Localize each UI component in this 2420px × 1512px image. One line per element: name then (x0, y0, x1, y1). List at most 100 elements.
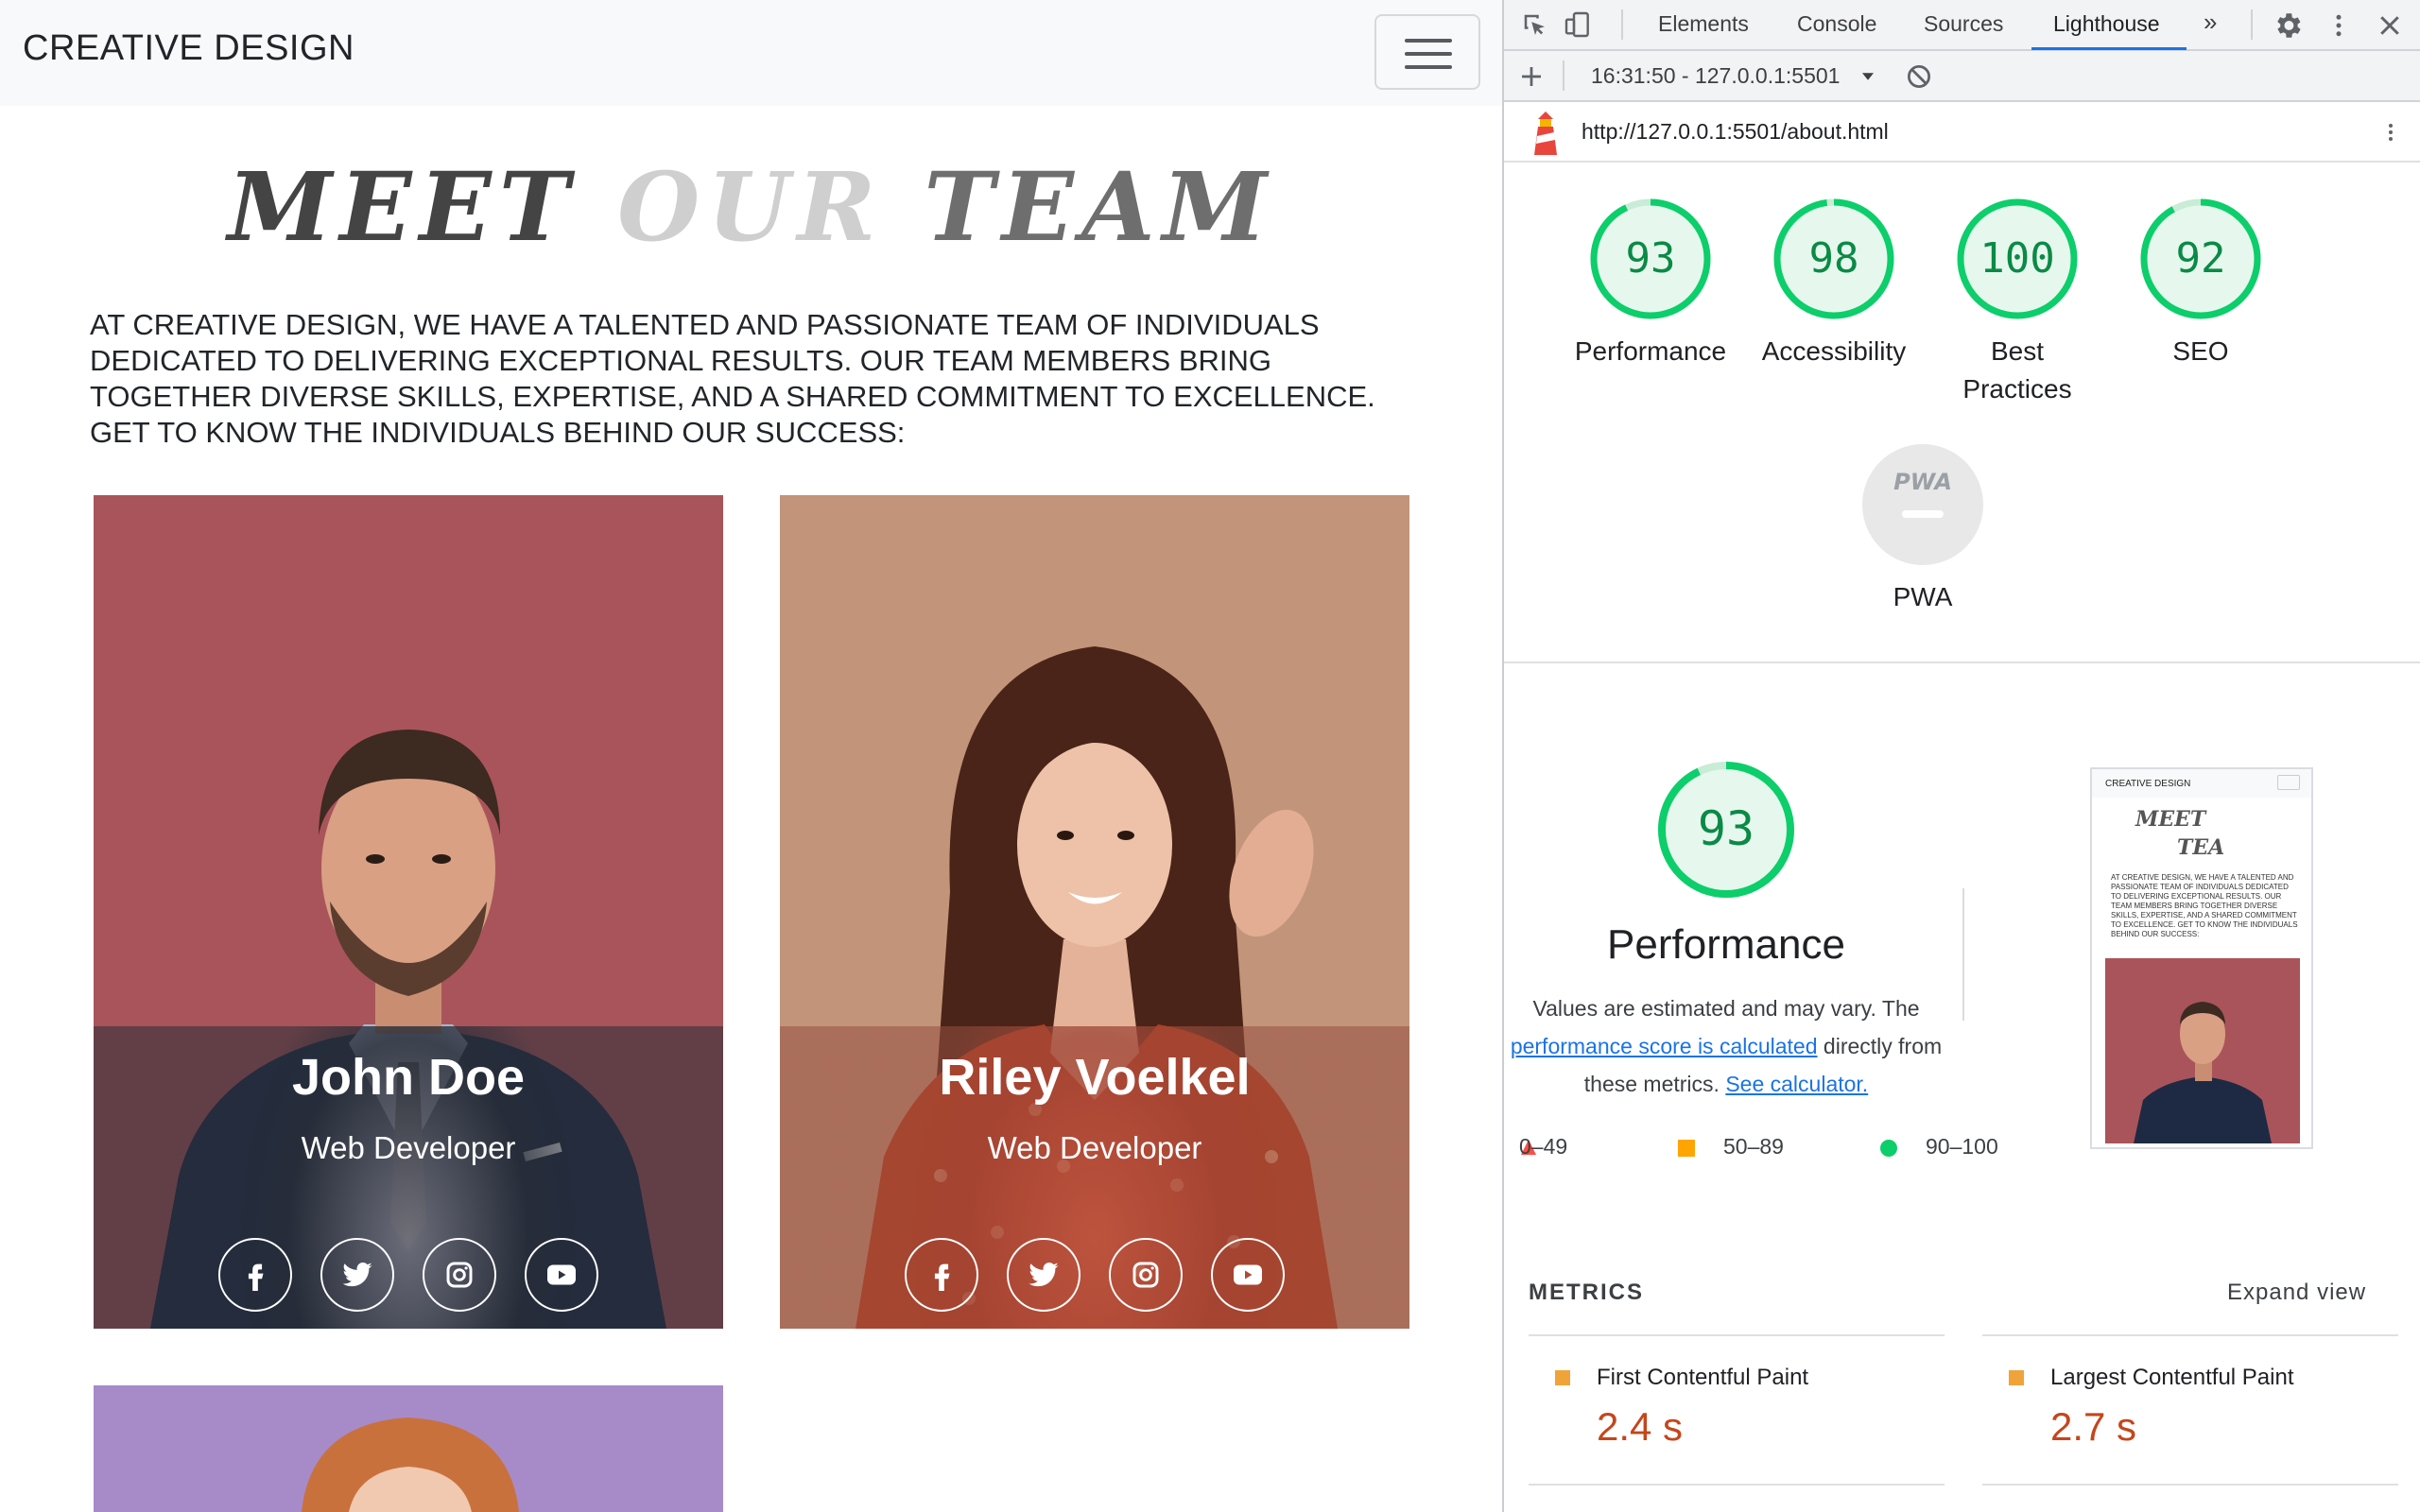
score-legend: 0–49 50–89 90–100 (1519, 1134, 2030, 1166)
report-url-bar: http://127.0.0.1:5501/about.html (1504, 102, 2420, 163)
gauge-seo[interactable]: 92 SEO (2101, 197, 2300, 370)
legend-range-average: 50–89 (1723, 1134, 1784, 1159)
team-card-third (94, 1385, 723, 1512)
inspect-element-icon[interactable] (1521, 11, 1549, 40)
score-value: 98 (1809, 234, 1859, 283)
score-ring: 92 (2140, 198, 2261, 319)
brand-logo[interactable]: CREATIVE DESIGN (23, 28, 354, 69)
score-value: 100 (1979, 234, 2054, 283)
gauge-label: Best Practices (1962, 336, 2072, 404)
average-square-icon (1678, 1140, 1695, 1157)
score-calculated-link[interactable]: performance score is calculated (1511, 1034, 1818, 1058)
youtube-icon (1234, 1264, 1262, 1285)
title-word-our: OUR (617, 151, 884, 263)
gauge-label: SEO (2172, 336, 2229, 366)
gauge-accessibility[interactable]: 98 Accessibility (1735, 197, 1933, 370)
metric-label: Largest Contentful Paint (2050, 1365, 2294, 1390)
thumb-brand: CREATIVE DESIGN (2105, 779, 2191, 789)
desc-text: these metrics. (1583, 1072, 1720, 1096)
title-word-team: TEAM (924, 151, 1275, 263)
desc-text: directly from (1823, 1034, 1943, 1058)
score-ring: 98 (1773, 198, 1894, 319)
desc-line: performance score is calculated directly… (1504, 1027, 1948, 1065)
hamburger-bar (1405, 65, 1452, 69)
tab-sources[interactable]: Sources (1924, 11, 2003, 37)
member-role: Web Developer (987, 1130, 1202, 1165)
metric-largest-contentful-paint: Largest Contentful Paint 2.7 s (1982, 1334, 2398, 1486)
hamburger-menu-button[interactable] (1374, 14, 1480, 90)
report-url[interactable]: http://127.0.0.1:5501/about.html (1582, 119, 1889, 145)
intro-paragraph: AT CREATIVE DESIGN, WE HAVE A TALENTED A… (90, 308, 1375, 449)
youtube-link[interactable] (1211, 1238, 1285, 1312)
facebook-icon (934, 1263, 950, 1291)
thumb-title-line: TEA (2177, 835, 2225, 860)
instagram-link[interactable] (423, 1238, 496, 1312)
performance-score-gauge[interactable]: 93 (1656, 760, 1796, 900)
instagram-icon (446, 1262, 473, 1288)
gear-icon[interactable] (2272, 9, 2304, 42)
instagram-icon (1132, 1262, 1159, 1288)
desc-line: these metrics. See calculator. (1504, 1065, 1948, 1103)
social-links (94, 1238, 723, 1312)
gauge-performance[interactable]: 93 Performance (1551, 197, 1750, 370)
performance-heading: Performance (1607, 921, 1845, 968)
gauge-label: Accessibility (1761, 336, 1907, 366)
hamburger-bar (1405, 52, 1452, 56)
facebook-link[interactable] (218, 1238, 292, 1312)
twitter-icon (1028, 1263, 1059, 1287)
desc-line: Values are estimated and may vary. The (1532, 996, 1920, 1021)
navbar: CREATIVE DESIGN (0, 0, 1502, 106)
member-role: Web Developer (301, 1130, 516, 1165)
pass-circle-icon (1880, 1140, 1897, 1157)
gauge-pwa[interactable]: PWA PWA (1824, 442, 2022, 616)
member-name: John Doe (291, 1049, 525, 1106)
youtube-icon (547, 1264, 576, 1285)
legend-range-pass: 90–100 (1926, 1134, 1998, 1159)
twitter-link[interactable] (1007, 1238, 1080, 1312)
toolbar-divider (2251, 9, 2253, 40)
average-square-icon (1555, 1370, 1570, 1385)
expand-view-toggle[interactable]: Expand view (2227, 1280, 2366, 1306)
thumb-photo (2105, 958, 2300, 1143)
thumb-navbar: CREATIVE DESIGN (2092, 769, 2311, 798)
youtube-link[interactable] (525, 1238, 598, 1312)
clear-block-icon[interactable] (1905, 62, 1933, 91)
facebook-link[interactable] (905, 1238, 978, 1312)
instagram-link[interactable] (1109, 1238, 1183, 1312)
devtools-panel: Elements Console Sources Lighthouse » 16… (1502, 0, 2420, 1512)
active-tab-indicator (2031, 47, 2187, 50)
report-selector[interactable]: 16:31:50 - 127.0.0.1:5501 (1591, 63, 1840, 89)
gauge-label: PWA (1893, 582, 1953, 611)
score-value: 93 (1626, 234, 1676, 283)
report-menu-icon[interactable] (2379, 115, 2402, 149)
hamburger-bar (1405, 39, 1452, 43)
section-divider (1504, 662, 2420, 663)
devtools-tabbar: Elements Console Sources Lighthouse » (1504, 0, 2420, 51)
score-ring: 100 (1957, 198, 2078, 319)
website-viewport: CREATIVE DESIGN MEET OUR TEAM AT CREATIV… (0, 0, 1502, 1512)
tab-elements[interactable]: Elements (1658, 11, 1749, 37)
more-tabs-button[interactable]: » (2204, 8, 2217, 37)
twitter-link[interactable] (320, 1238, 394, 1312)
kebab-menu-icon[interactable] (2325, 9, 2353, 42)
gauge-best-practices[interactable]: 100 Best Practices (1918, 197, 2117, 408)
page-title: MEET OUR TEAM (0, 151, 1502, 263)
title-word-meet: MEET (227, 151, 578, 263)
thumb-intro: AT CREATIVE DESIGN, WE HAVE A TALENTED A… (2111, 873, 2298, 938)
twitter-icon (342, 1263, 372, 1287)
plus-icon[interactable] (1517, 62, 1546, 91)
see-calculator-link[interactable]: See calculator. (1725, 1072, 1868, 1096)
tab-console[interactable]: Console (1797, 11, 1876, 37)
device-toolbar-icon[interactable] (1563, 9, 1593, 40)
page-screenshot-thumbnail[interactable]: CREATIVE DESIGN MEET TEA AT CREATIVE DES… (2090, 767, 2313, 1149)
close-icon[interactable] (2376, 11, 2404, 40)
lighthouse-toolbar: 16:31:50 - 127.0.0.1:5501 (1504, 51, 2420, 102)
team-member-photo (94, 1385, 723, 1512)
toolbar-divider (1563, 60, 1564, 91)
metric-value: 2.4 s (1597, 1404, 1684, 1449)
thumb-menu-icon (2277, 775, 2300, 790)
thumb-title-line: MEET (2135, 807, 2206, 832)
tab-lighthouse[interactable]: Lighthouse (2053, 11, 2160, 37)
chevron-down-icon[interactable] (1859, 68, 1876, 85)
metric-label: First Contentful Paint (1597, 1365, 1809, 1390)
